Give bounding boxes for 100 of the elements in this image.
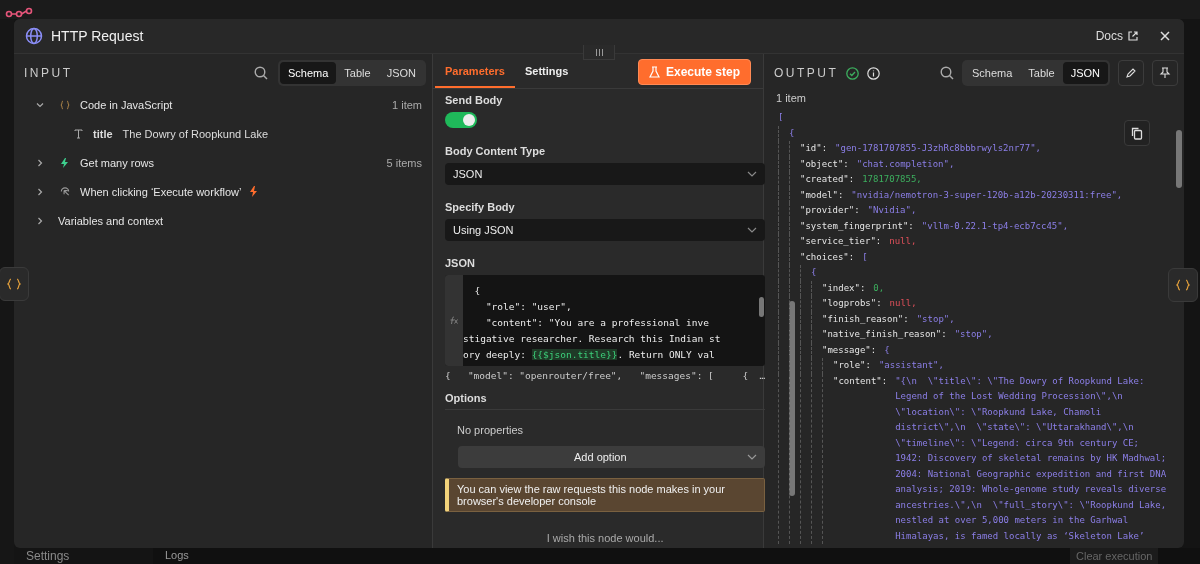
json-key: "object":	[800, 156, 849, 172]
json-key: "content":	[833, 373, 888, 544]
node-label[interactable]: Code in JavaScript	[80, 98, 173, 111]
json-value: 0,	[873, 281, 886, 295]
item-count: 1 item	[392, 98, 422, 111]
json-key: "created":	[800, 172, 855, 188]
item-count: 1 item	[775, 91, 807, 106]
chevron-icon[interactable]	[36, 216, 44, 225]
lightning-icon	[249, 186, 259, 197]
toggle-switch[interactable]	[445, 112, 477, 128]
copy-icon[interactable]	[1124, 120, 1150, 146]
field-label: Send Body	[445, 94, 504, 106]
json-value: "nvidia/nemotron-3-super-120b-a12b-20230311:free",	[851, 188, 1124, 202]
json-value: "stop",	[916, 312, 956, 326]
code-editor[interactable]: { "role": "user", "content": "You are a professional inve stigative researcher. Research this Indian st ory deeply: {{$json.title}}. Return ONLY val	[445, 275, 766, 366]
check-circle-icon	[846, 66, 860, 80]
view-tab[interactable]: Schema	[280, 62, 337, 84]
json-value: null,	[889, 297, 918, 310]
view-tab[interactable]: Table	[336, 62, 379, 84]
code-line: "role": "user",	[484, 300, 573, 314]
curly-braces-button[interactable]	[1168, 268, 1198, 302]
json-value: null,	[889, 235, 918, 248]
modal-title: HTTP Request	[51, 28, 144, 44]
external-link-icon	[1128, 31, 1138, 41]
field-name: title	[93, 127, 113, 140]
json-key: "id":	[800, 141, 828, 157]
json-key: "message":	[822, 342, 877, 358]
field-label: JSON	[445, 257, 476, 269]
empty-message: No properties	[456, 423, 525, 438]
search-icon[interactable]	[940, 66, 954, 80]
json-key: "finish_reason":	[822, 311, 909, 327]
output-heading: OUTPUT	[774, 66, 839, 80]
globe-icon	[25, 27, 43, 45]
json-value: "Nvidia",	[867, 204, 918, 217]
scrollbar-thumb[interactable]	[1176, 130, 1182, 188]
json-value: [	[862, 250, 868, 264]
chevron-down-icon	[747, 454, 758, 460]
json-value: "gen-1781707855-J3zhRc8bbbrwyls2nr77",	[835, 142, 1042, 155]
curly-braces-icon	[1176, 279, 1190, 291]
input-heading: INPUT	[24, 66, 73, 80]
info-notice: You can view the raw requests this node makes in your browser's developer console	[445, 478, 766, 512]
select-field[interactable]: Using JSON	[445, 219, 766, 241]
add-option-button[interactable]: Add option	[458, 446, 766, 468]
scrollbar-thumb[interactable]	[789, 301, 796, 496]
edit-icon[interactable]	[1118, 60, 1144, 86]
code-line: "content": "You are a professional inve	[484, 316, 710, 330]
view-tab[interactable]: JSON	[378, 62, 424, 84]
json-value: "{\n \"title\": \"The Dowry of Roopkund Lake: Legend of the Lost Wedding Procession\",\n \"location\": \"Roopkund Lake, Chamoli district\",\n \"state\": \"Uttarakhand\",\n \"timeline\": \"Legend: circa 9th century CE; 1942: Discovery of skeletal remains by HK Madhwal; 2004: National Geographic expedition and first DNA analysis; 2019: Whole-genome study reveals diverse ancestries.\",\n \"full_story\": \"Roopkund Lake, nestled at over 5,000 meters in the Garhwal Himalayas, is famed locally as ‘Skeleton Lake’	[895, 374, 1168, 543]
view-tab[interactable]: JSON	[1062, 62, 1108, 84]
json-key: "role":	[833, 358, 871, 374]
section-label: Options	[445, 392, 766, 410]
json-key: "service_tier":	[800, 234, 882, 250]
logs-label[interactable]: Logs	[165, 549, 189, 561]
close-icon[interactable]	[1160, 31, 1170, 41]
json-key: "native_finish_reason":	[822, 327, 947, 343]
json-value: {	[789, 126, 795, 140]
field-label: Body Content Type	[445, 145, 546, 157]
json-value: {	[811, 266, 817, 279]
node-label[interactable]: Variables and context	[58, 214, 163, 227]
curly-braces-icon	[58, 99, 72, 110]
function-icon	[449, 316, 459, 325]
view-tab[interactable]: Schema	[964, 62, 1021, 84]
json-key: "model":	[800, 187, 844, 203]
chevron-icon[interactable]	[36, 100, 44, 109]
node-label[interactable]: Get many rows	[80, 156, 154, 169]
chevron-icon[interactable]	[36, 158, 44, 167]
cursor-click-icon	[58, 186, 72, 197]
drag-handle-icon[interactable]	[583, 45, 615, 60]
docs-link[interactable]: Docs	[1095, 29, 1138, 43]
json-value: "vllm-0.22.1-tp4-ecb7cc45",	[921, 219, 1070, 233]
select-field[interactable]: JSON	[445, 163, 766, 185]
pin-icon[interactable]	[1152, 60, 1178, 86]
curly-braces-button[interactable]	[0, 267, 29, 301]
search-icon[interactable]	[254, 66, 268, 80]
feedback-link[interactable]: I wish this node would...	[546, 532, 664, 544]
json-key: "logprobs":	[822, 296, 882, 312]
chevron-icon[interactable]	[36, 187, 44, 196]
chevron-down-icon	[747, 227, 758, 233]
panel-tab[interactable]: Settings	[514, 65, 579, 88]
json-key: "provider":	[800, 203, 860, 219]
panel-tab[interactable]: Parameters	[435, 65, 515, 88]
code-line: ory deeply: {{$json.title}}. Return ONLY val	[463, 348, 716, 362]
item-count: 5 items	[386, 156, 422, 169]
info-icon[interactable]	[867, 66, 881, 80]
json-preview: { "model": "openrouter/free", "messages": [ { …	[445, 369, 766, 383]
json-key: "choices":	[800, 249, 855, 265]
json-value: "stop",	[954, 328, 994, 341]
json-value: 1781707855,	[862, 173, 923, 186]
json-value: [	[778, 111, 784, 124]
flask-icon	[648, 66, 660, 78]
code-line: stigative researcher. Research this Indian st	[463, 332, 722, 346]
node-label[interactable]: When clicking ‘Execute workflow’	[80, 185, 242, 198]
field-label: Specify Body	[445, 201, 516, 213]
curly-braces-icon	[7, 278, 21, 290]
scrollbar-thumb[interactable]	[758, 297, 764, 317]
chevron-down-icon	[747, 171, 758, 177]
field-value: The Dowry of Roopkund Lake	[122, 127, 269, 140]
settings-label[interactable]: Settings	[26, 549, 70, 563]
json-value: {	[884, 343, 890, 357]
view-tab[interactable]: Table	[1020, 62, 1063, 84]
